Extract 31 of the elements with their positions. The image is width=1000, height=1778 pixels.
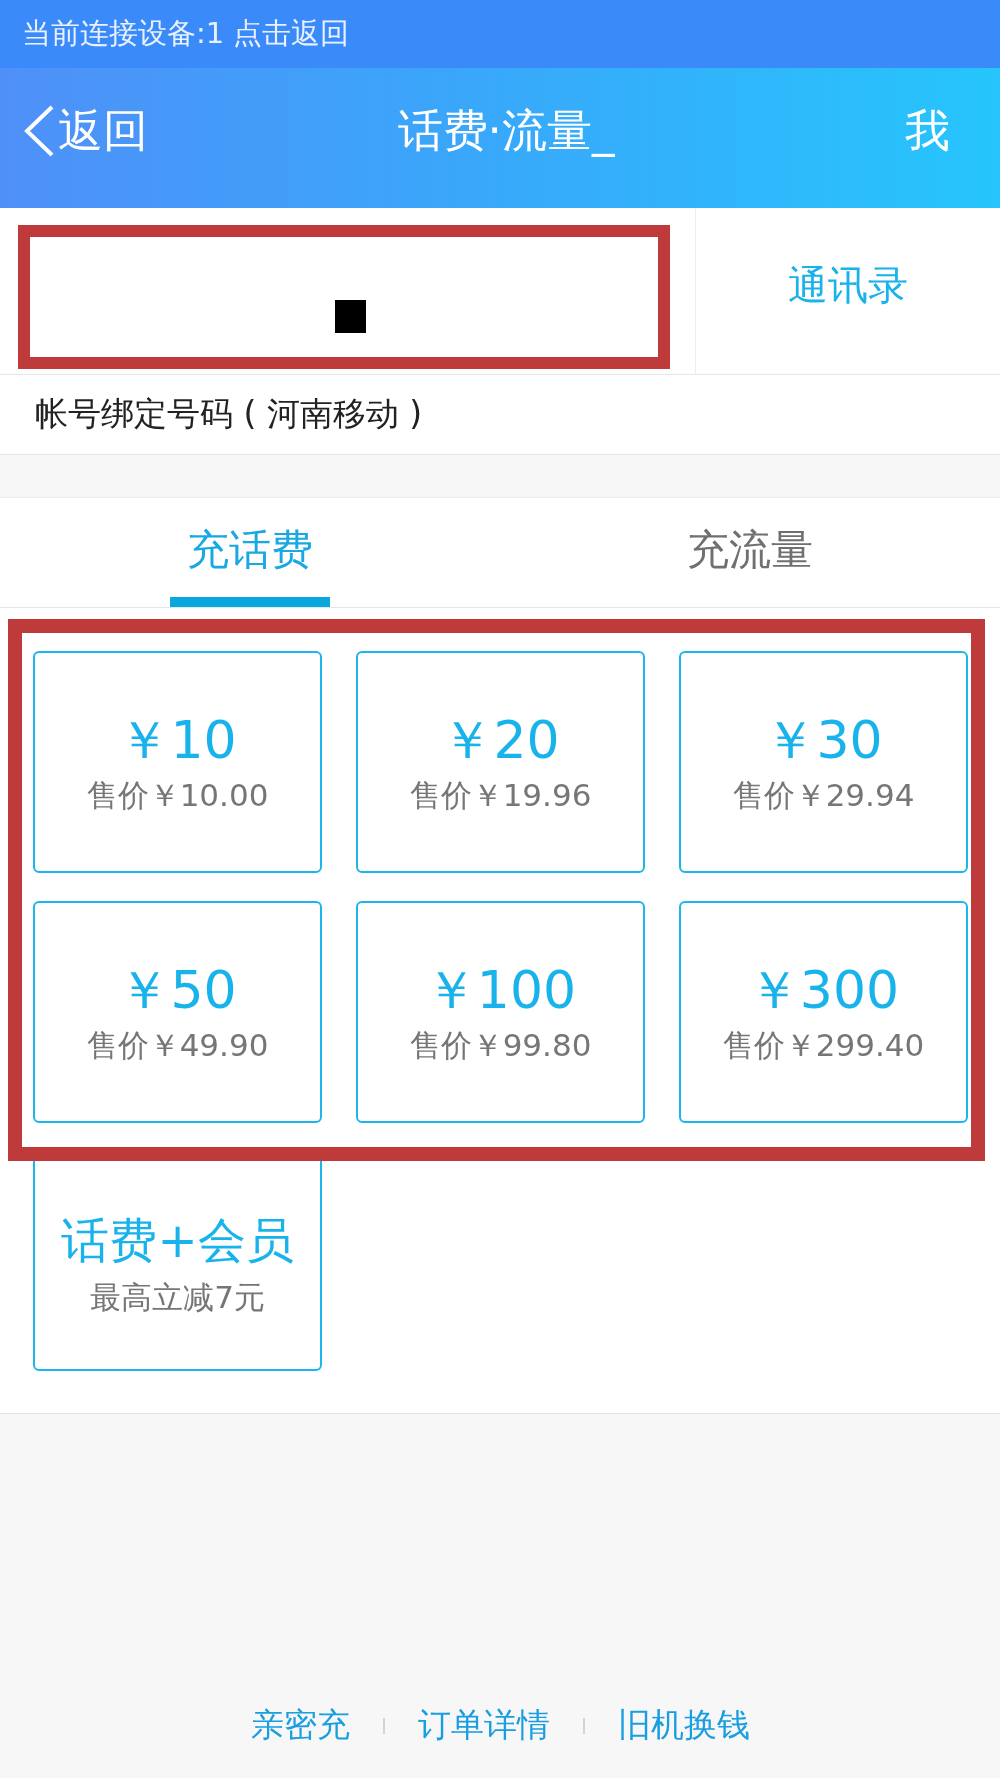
recharge-option-card[interactable]: ￥100 售价￥99.80 xyxy=(356,901,645,1123)
recharge-option-card[interactable]: ￥30 售价￥29.94 xyxy=(679,651,968,873)
recharge-option-card[interactable]: ￥10 售价￥10.00 xyxy=(33,651,322,873)
footer-link[interactable]: 亲密充 xyxy=(250,1703,350,1748)
chevron-left-icon xyxy=(22,104,56,158)
status-text: 当前连接设备:1 点击返回 xyxy=(22,15,350,52)
back-button[interactable]: 返回 xyxy=(22,101,148,161)
sale-price: 售价￥29.94 xyxy=(732,777,915,812)
square-mark-icon xyxy=(334,300,366,333)
account-note: 帐号绑定号码 ( 河南移动 ) xyxy=(35,393,423,435)
sale-price: 售价￥10.00 xyxy=(86,777,269,812)
face-value: ￥10 xyxy=(118,712,237,770)
face-value: ￥30 xyxy=(764,712,883,770)
bundle-title: 话费+会员 xyxy=(61,1213,294,1267)
recharge-option-card[interactable]: ￥300 售价￥299.40 xyxy=(679,901,968,1123)
tab[interactable]: 充话费 xyxy=(0,498,500,607)
recharge-option-card[interactable]: ￥20 售价￥19.96 xyxy=(356,651,645,873)
sale-price: 售价￥299.40 xyxy=(722,1027,925,1062)
page-title: 话费·流量_ xyxy=(397,103,615,159)
face-value: ￥300 xyxy=(747,962,900,1020)
footer-link[interactable]: 订单详情 xyxy=(417,1703,550,1748)
bundle-subtitle: 最高立减7元 xyxy=(90,1280,265,1315)
sale-price: 售价￥49.90 xyxy=(86,1027,269,1062)
face-value: ￥50 xyxy=(118,962,237,1020)
footer-link[interactable]: 旧机换钱 xyxy=(617,1703,750,1748)
tab[interactable]: 充流量 xyxy=(500,498,1000,607)
recharge-option-card[interactable]: ￥50 售价￥49.90 xyxy=(33,901,322,1123)
face-value: ￥100 xyxy=(424,962,577,1020)
sale-price: 售价￥99.80 xyxy=(409,1027,592,1062)
face-value: ￥20 xyxy=(441,712,560,770)
sale-price: 售价￥19.96 xyxy=(409,777,592,812)
